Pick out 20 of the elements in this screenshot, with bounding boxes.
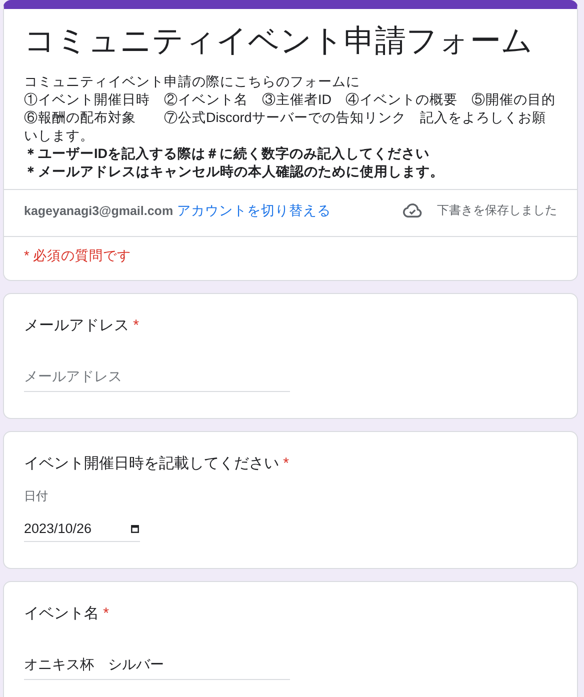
text-answer-field[interactable]: メールアドレス [24,362,290,392]
description-text: ＊メールアドレスはキャンセル時の本人確認のために使用します。 [24,163,445,181]
calendar-icon [130,524,140,534]
text-answer-field[interactable]: オニキス杯 シルバー [24,650,290,680]
required-mark: * [283,455,290,472]
question-title: メールアドレス [24,317,129,334]
required-note: * 必須の質問です [23,247,132,265]
form-title: コミュニティイベント申請フォーム [24,22,534,60]
switch-account-link[interactable]: アカウントを切り替える [177,202,332,220]
required-mark: * [133,317,140,334]
required-mark: * [103,605,110,622]
description-text: コミュニティイベント申請の際にこちらのフォームに [24,73,361,91]
description-text: ＊ユーザーIDを記入する際は＃に続く数字のみ記入してください [24,145,430,163]
question-title: イベント名 [24,605,99,622]
question-title: イベント開催日時を記載してください [24,455,279,472]
save-status: 下書きを保存しました [437,202,557,219]
account-email: kageyanagi3@gmail.com [24,204,174,218]
description-text: ①イベント開催日時 ②イベント名 ③主催者ID ④イベントの概要 ⑤開催の目的 ⑥報酬の配布対象 ⑦公式Discordサーバーでの告知リンク 記入をよろしくお願いします。 [24,91,556,145]
date-field[interactable]: 2023/10/26 [24,519,140,542]
date-label: 日付 [24,488,49,505]
